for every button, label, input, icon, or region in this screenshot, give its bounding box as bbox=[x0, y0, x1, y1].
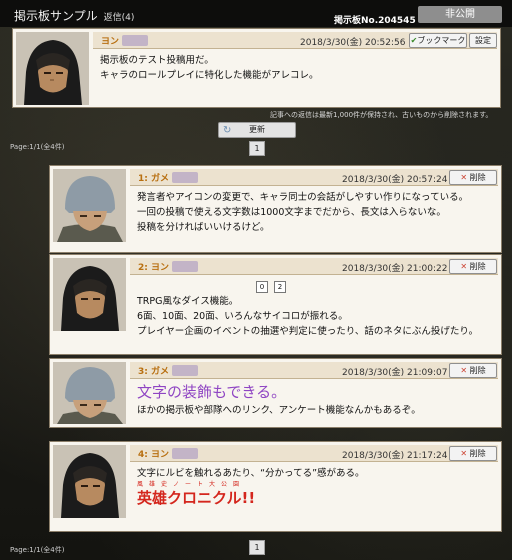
main-post: ヨン 2018/3/30(金) 20:52:56 ✔ブックマーク 設定 掲示板の… bbox=[12, 28, 501, 108]
ruby-text: 風雄史ノート大公園 bbox=[137, 481, 246, 488]
board-number: 掲示板No.204545 bbox=[334, 16, 416, 26]
reply-post: 3: ガメ 2018/3/30(金) 21:09:07 ✕ 削除 文字の装飾もで… bbox=[49, 358, 502, 428]
update-button[interactable]: ↻ 更新 bbox=[218, 122, 296, 138]
poster-name: 2: ヨン bbox=[138, 260, 199, 273]
delete-button[interactable]: ✕ 削除 bbox=[449, 170, 497, 185]
close-icon: ✕ bbox=[460, 262, 468, 271]
post-header: 3: ガメ 2018/3/30(金) 21:09:07 ✕ 削除 bbox=[130, 362, 498, 379]
post-header: ヨン 2018/3/30(金) 20:52:56 ✔ブックマーク 設定 bbox=[93, 32, 497, 49]
avatar bbox=[53, 169, 126, 242]
bookmark-button[interactable]: ✔ブックマーク bbox=[409, 33, 467, 48]
board-title: 掲示板サンプル 返信(4) bbox=[14, 9, 135, 23]
page-button-bottom[interactable]: 1 bbox=[249, 540, 265, 555]
avatar bbox=[53, 258, 126, 331]
page-info-bottom: Page:1/1(全4件) bbox=[10, 546, 65, 554]
post-date: 2018/3/30(金) 21:09:07 bbox=[342, 368, 448, 378]
title-bar: 掲示板サンプル 返信(4) 掲示板No.204545 非公開 bbox=[0, 0, 512, 27]
reply-count: 返信(4) bbox=[103, 13, 135, 23]
avatar bbox=[53, 445, 126, 518]
reply-post: 1: ガメ 2018/3/30(金) 20:57:24 ✕ 削除 発言者やアイコ… bbox=[49, 165, 502, 253]
reply-post: 4: ヨン 2018/3/30(金) 21:17:24 ✕ 削除 文字にルビを触… bbox=[49, 441, 502, 532]
avatar bbox=[53, 362, 126, 424]
page-info-top: Page:1/1(全4件) bbox=[10, 143, 65, 151]
post-date: 2018/3/30(金) 21:00:22 bbox=[342, 264, 448, 274]
post-body: 文字の装飾もできる。 ほかの掲示板や部隊へのリンク、アンケート機能なんかもあるぞ… bbox=[137, 381, 495, 418]
poster-name: 3: ガメ bbox=[138, 364, 199, 377]
delete-button[interactable]: ✕ 削除 bbox=[449, 259, 497, 274]
avatar bbox=[16, 32, 89, 105]
post-body: 文字にルビを触れるあたり、“分かってる”感がある。 風雄史ノート大公園 英雄クロ… bbox=[137, 466, 495, 507]
post-body: 掲示板のテスト投稿用だ。 キャラのロールプレイに特化した機能がアレコレ。 bbox=[100, 55, 319, 81]
post-body: 発言者やアイコンの変更で、キャラ同士の会話がしやすい作りになっている。 一回の投… bbox=[137, 192, 469, 233]
poster-name: 4: ヨン bbox=[138, 447, 199, 460]
post-header: 2: ヨン 2018/3/30(金) 21:00:22 ✕ 削除 bbox=[130, 258, 498, 275]
poster-name: ヨン bbox=[101, 34, 149, 47]
close-icon: ✕ bbox=[460, 449, 468, 458]
close-icon: ✕ bbox=[460, 366, 468, 375]
visibility-badge[interactable]: 非公開 bbox=[418, 6, 502, 23]
decorated-text: 文字の装飾もできる。 bbox=[137, 383, 287, 401]
dice-icon: 0 bbox=[256, 281, 268, 293]
post-body: 02 TRPG風なダイス機能。 6面、10面、20面、いろんなサイコロが振れる。… bbox=[137, 279, 495, 339]
dice-result: 02 bbox=[47, 279, 495, 294]
post-date: 2018/3/30(金) 20:57:24 bbox=[342, 175, 448, 185]
dice-icon: 2 bbox=[274, 281, 286, 293]
delete-button[interactable]: ✕ 削除 bbox=[449, 363, 497, 378]
hero-text: 英雄クロニクル!! bbox=[137, 489, 256, 507]
refresh-icon: ↻ bbox=[223, 125, 232, 136]
post-header: 1: ガメ 2018/3/30(金) 20:57:24 ✕ 削除 bbox=[130, 169, 498, 186]
retention-notice: 記事への返信は最新1,000件が保持され、古いものから削除されます。 bbox=[270, 111, 493, 119]
close-icon: ✕ bbox=[460, 173, 468, 182]
page-button-top[interactable]: 1 bbox=[249, 141, 265, 156]
settings-button[interactable]: 設定 bbox=[469, 33, 497, 48]
post-header: 4: ヨン 2018/3/30(金) 21:17:24 ✕ 削除 bbox=[130, 445, 498, 462]
post-date: 2018/3/30(金) 20:52:56 bbox=[300, 38, 406, 48]
reply-post: 2: ヨン 2018/3/30(金) 21:00:22 ✕ 削除 02 TRPG… bbox=[49, 254, 502, 355]
poster-name: 1: ガメ bbox=[138, 171, 199, 184]
post-date: 2018/3/30(金) 21:17:24 bbox=[342, 451, 448, 461]
delete-button[interactable]: ✕ 削除 bbox=[449, 446, 497, 461]
